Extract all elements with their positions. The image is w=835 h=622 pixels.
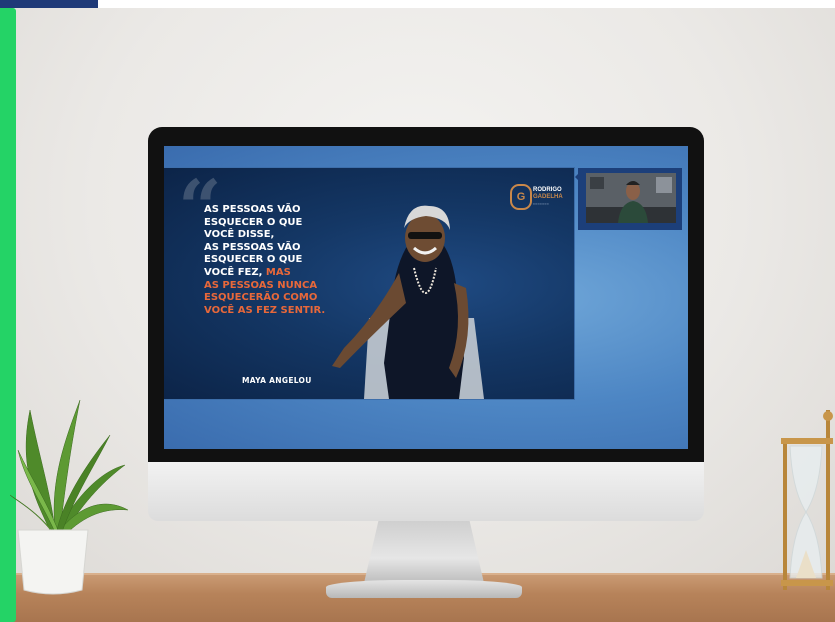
quote-highlight-mas: MAS xyxy=(265,266,291,278)
logo-name-line2: GADELHA xyxy=(533,194,563,200)
quote-author: MAYA ANGELOU xyxy=(242,376,312,385)
webcam-video xyxy=(586,173,676,223)
portrait-image xyxy=(332,205,484,399)
monitor-stand-neck xyxy=(364,521,484,583)
top-strip xyxy=(0,0,835,8)
logo-tagline: ━━━━━━━ xyxy=(533,202,550,206)
monitor: “ AS PESSOAS VÃO ESQUECER O QUE VOCÊ DIS… xyxy=(148,127,704,521)
monitor-screen: “ AS PESSOAS VÃO ESQUECER O QUE VOCÊ DIS… xyxy=(164,146,688,449)
hourglass-decoration xyxy=(781,410,833,590)
presenter-image xyxy=(586,173,676,223)
brand-logo: G RODRIGO GADELHA ━━━━━━━ xyxy=(510,184,564,212)
logo-name-line1: RODRIGO xyxy=(533,187,562,193)
quote-highlight-rest: AS PESSOAS NUNCA ESQUECERÃO COMO VOCÊ AS… xyxy=(204,279,326,316)
quote-slide: “ AS PESSOAS VÃO ESQUECER O QUE VOCÊ DIS… xyxy=(164,168,574,399)
logo-seal-icon: G xyxy=(510,184,532,210)
monitor-chin xyxy=(148,462,704,521)
plant-decoration xyxy=(10,399,129,595)
monitor-stand-foot xyxy=(326,580,522,598)
top-tab xyxy=(0,0,98,8)
webcam-frame xyxy=(578,168,682,230)
monitor-bezel: “ AS PESSOAS VÃO ESQUECER O QUE VOCÊ DIS… xyxy=(148,127,704,462)
